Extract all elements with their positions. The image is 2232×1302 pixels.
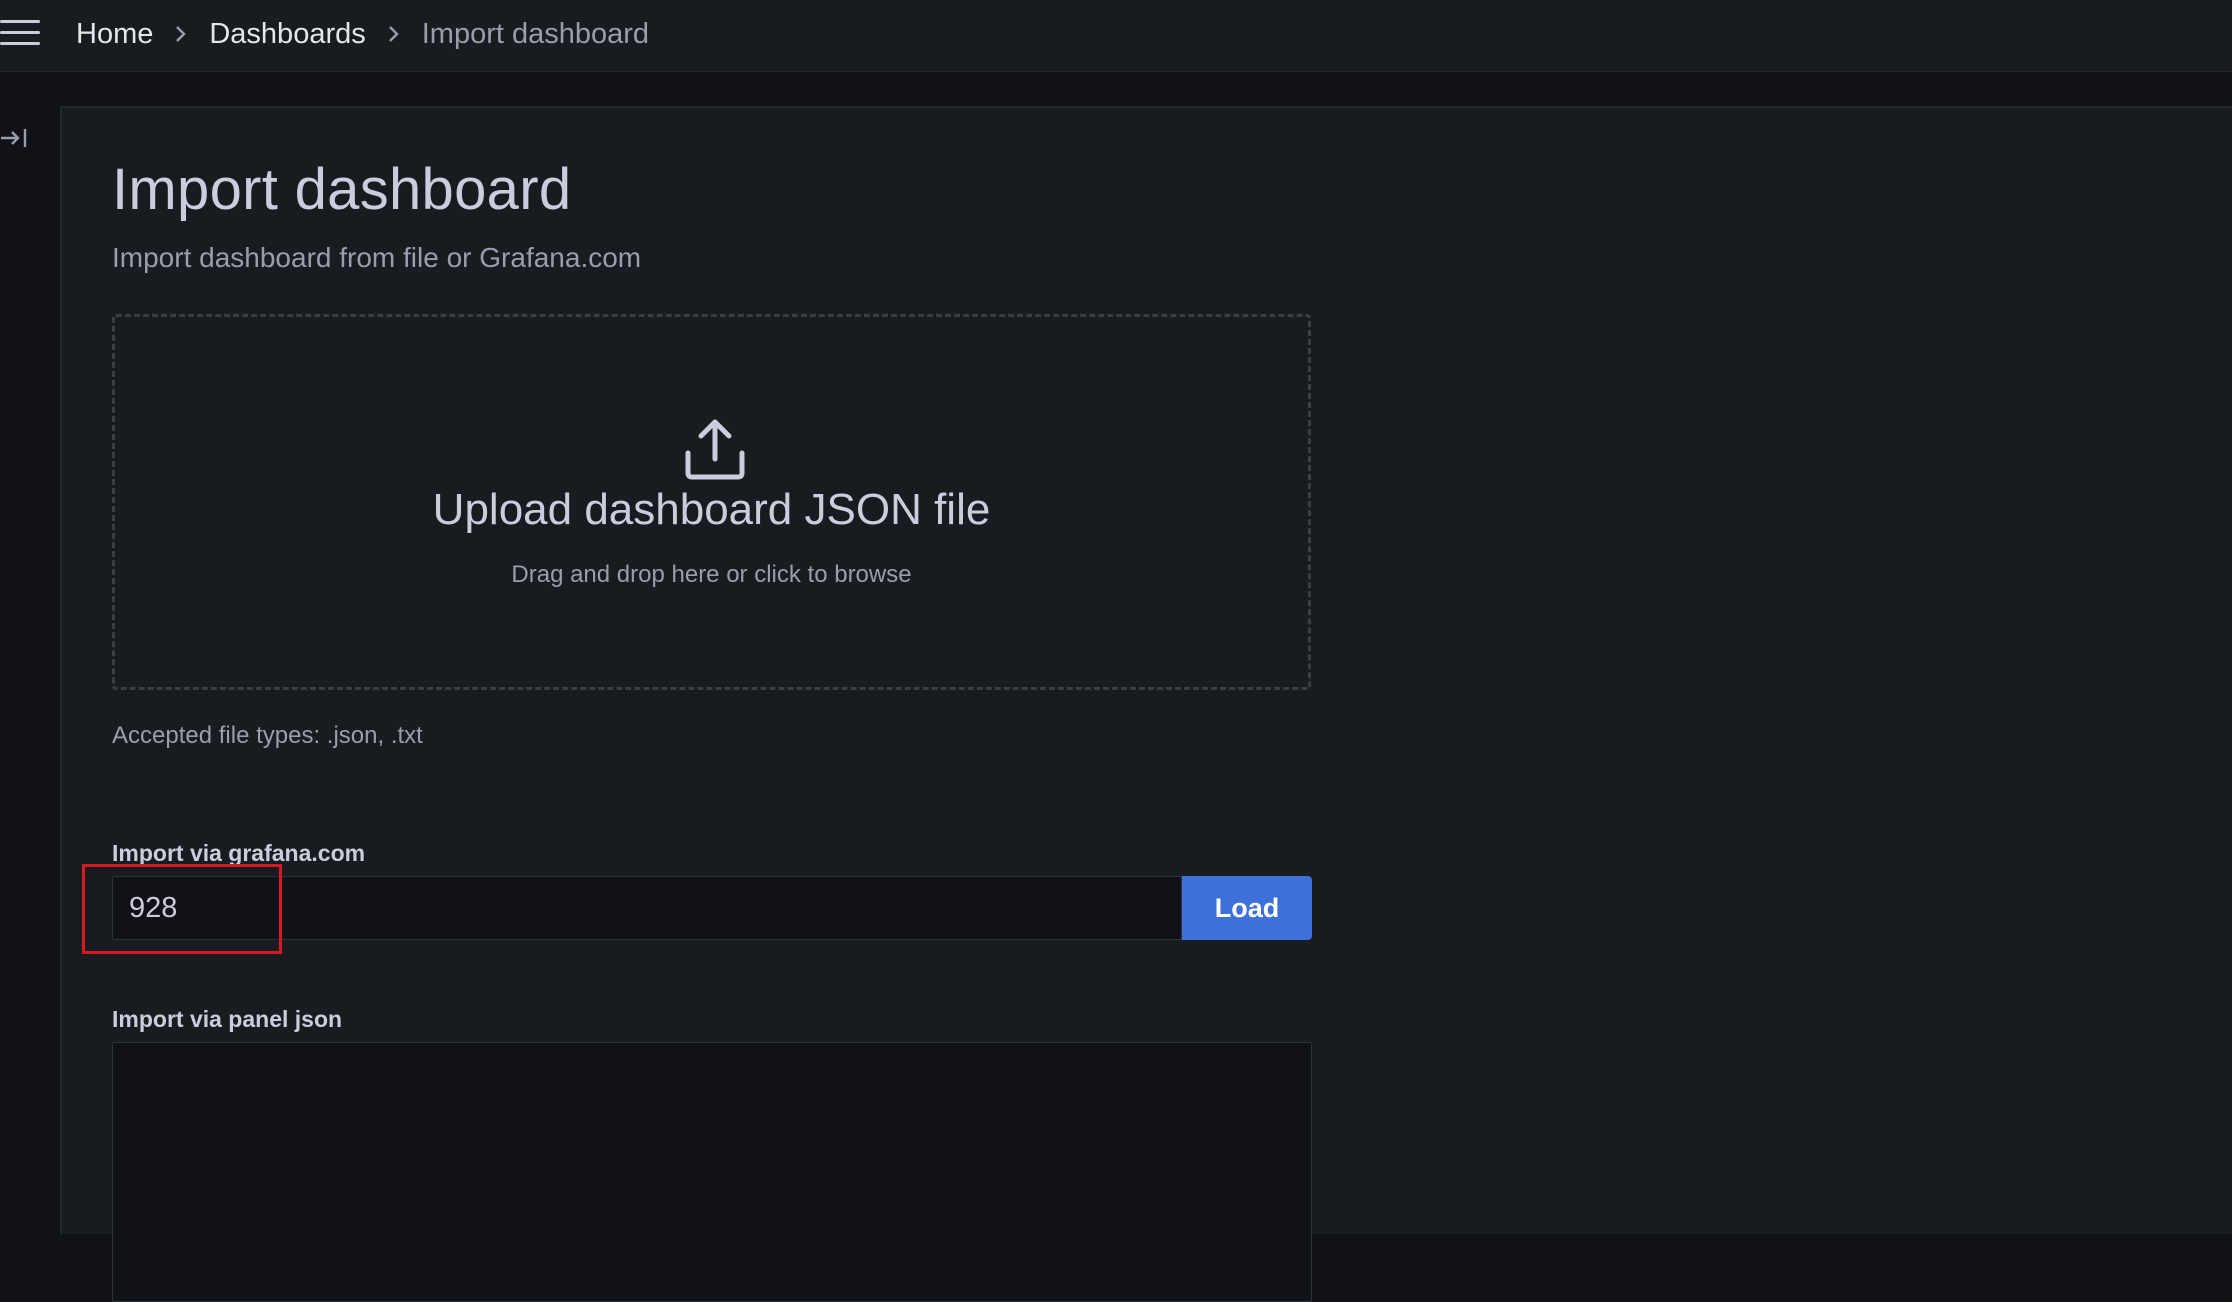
accepted-file-types: Accepted file types: .json, .txt	[112, 722, 423, 749]
hamburger-menu-icon[interactable]	[0, 18, 42, 48]
upload-hint: Drag and drop here or click to browse	[511, 561, 912, 588]
panel-json-textarea[interactable]	[112, 1042, 1312, 1302]
page-title: Import dashboard	[112, 157, 572, 222]
top-navigation-bar: Home Dashboards Import dashboard	[0, 0, 2232, 72]
grafana-com-id-input[interactable]	[112, 876, 1182, 940]
page-subtitle: Import dashboard from file or Grafana.co…	[112, 242, 642, 273]
breadcrumb-home[interactable]: Home	[76, 18, 153, 51]
chevron-right-icon	[388, 25, 400, 43]
upload-dropzone[interactable]: Upload dashboard JSON file Drag and drop…	[112, 314, 1311, 690]
panel-json-label: Import via panel json	[112, 1006, 343, 1032]
upload-icon	[683, 417, 747, 481]
load-button[interactable]: Load	[1182, 876, 1312, 940]
breadcrumb-current-page: Import dashboard	[421, 17, 650, 50]
chevron-right-icon	[175, 25, 187, 43]
breadcrumb-dashboards[interactable]: Dashboards	[209, 18, 365, 51]
grafana-com-label: Import via grafana.com	[112, 840, 366, 866]
breadcrumb: Home Dashboards Import dashboard	[76, 14, 649, 54]
dock-menu-icon[interactable]	[0, 124, 30, 152]
main-content: Import dashboard Import dashboard from f…	[60, 106, 2232, 1302]
upload-title: Upload dashboard JSON file	[432, 485, 991, 534]
